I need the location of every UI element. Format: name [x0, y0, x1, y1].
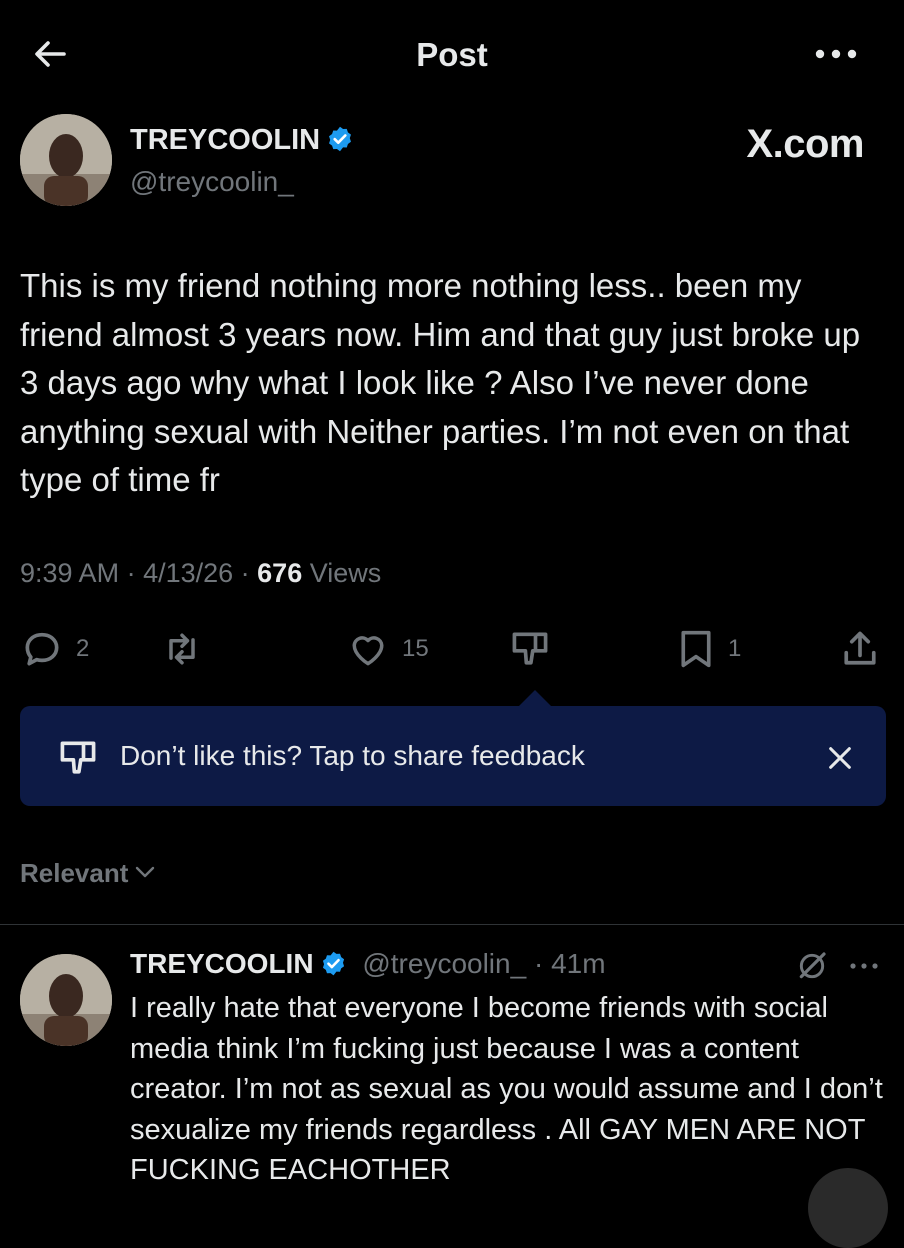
- page-title: Post: [416, 36, 488, 73]
- post-meta: 9:39 AM · 4/13/26 · 676 Views: [20, 558, 382, 588]
- sort-dropdown[interactable]: Relevant: [20, 858, 156, 889]
- post-text: This is my friend nothing more nothing l…: [20, 267, 861, 498]
- section-divider: [0, 924, 904, 925]
- like-button[interactable]: 15: [346, 624, 429, 674]
- heart-icon: [352, 636, 384, 666]
- author-name[interactable]: TREYCOOLIN: [130, 124, 354, 157]
- reply-text: I really hate that everyone I become fri…: [130, 992, 883, 1186]
- thumbs-down-icon: [512, 632, 548, 665]
- bookmark-button[interactable]: 1: [676, 624, 741, 674]
- floating-action-button[interactable]: [808, 1168, 888, 1248]
- repost-icon: [169, 633, 195, 665]
- reply-author-avatar[interactable]: [20, 954, 112, 1046]
- reply-author-name[interactable]: TREYCOOLIN: [130, 948, 314, 979]
- more-options-icon[interactable]: [848, 961, 880, 971]
- author-name-text: TREYCOOLIN: [130, 124, 321, 156]
- dislike-button[interactable]: [508, 624, 552, 674]
- thumbs-down-icon: [56, 736, 100, 785]
- share-button[interactable]: [838, 624, 882, 674]
- reply-time[interactable]: 41m: [551, 948, 605, 979]
- share-icon: [844, 631, 876, 665]
- reply-header: TREYCOOLIN @treycoolin_ · 41m: [130, 948, 606, 979]
- verified-badge-icon: [329, 126, 352, 152]
- repost-button[interactable]: [160, 624, 204, 674]
- bookmark-count: 1: [728, 635, 742, 662]
- post-date[interactable]: 4/13/26: [143, 558, 233, 588]
- views-count: 676: [257, 558, 303, 588]
- views-label: Views: [309, 558, 382, 588]
- sort-label: Relevant: [20, 858, 129, 888]
- like-count: 15: [402, 635, 429, 662]
- site-watermark: X.com: [746, 122, 864, 166]
- chevron-down-icon: [136, 866, 155, 878]
- post-time[interactable]: 9:39 AM: [20, 558, 119, 588]
- author-avatar[interactable]: [20, 114, 112, 206]
- feedback-text[interactable]: Don’t like this? Tap to share feedback: [120, 740, 585, 772]
- reply-icon: [25, 632, 59, 666]
- grok-icon[interactable]: [796, 950, 828, 982]
- reply-author-handle[interactable]: @treycoolin_: [362, 948, 526, 979]
- reply-button[interactable]: 2: [20, 624, 89, 674]
- bookmark-icon: [681, 630, 711, 668]
- reply-icons: [796, 950, 880, 982]
- close-icon[interactable]: [826, 744, 854, 777]
- author-handle[interactable]: @treycoolin_: [130, 166, 294, 198]
- more-options-icon[interactable]: [812, 46, 860, 62]
- reply-count: 2: [76, 635, 90, 662]
- verified-badge-icon: [322, 951, 344, 976]
